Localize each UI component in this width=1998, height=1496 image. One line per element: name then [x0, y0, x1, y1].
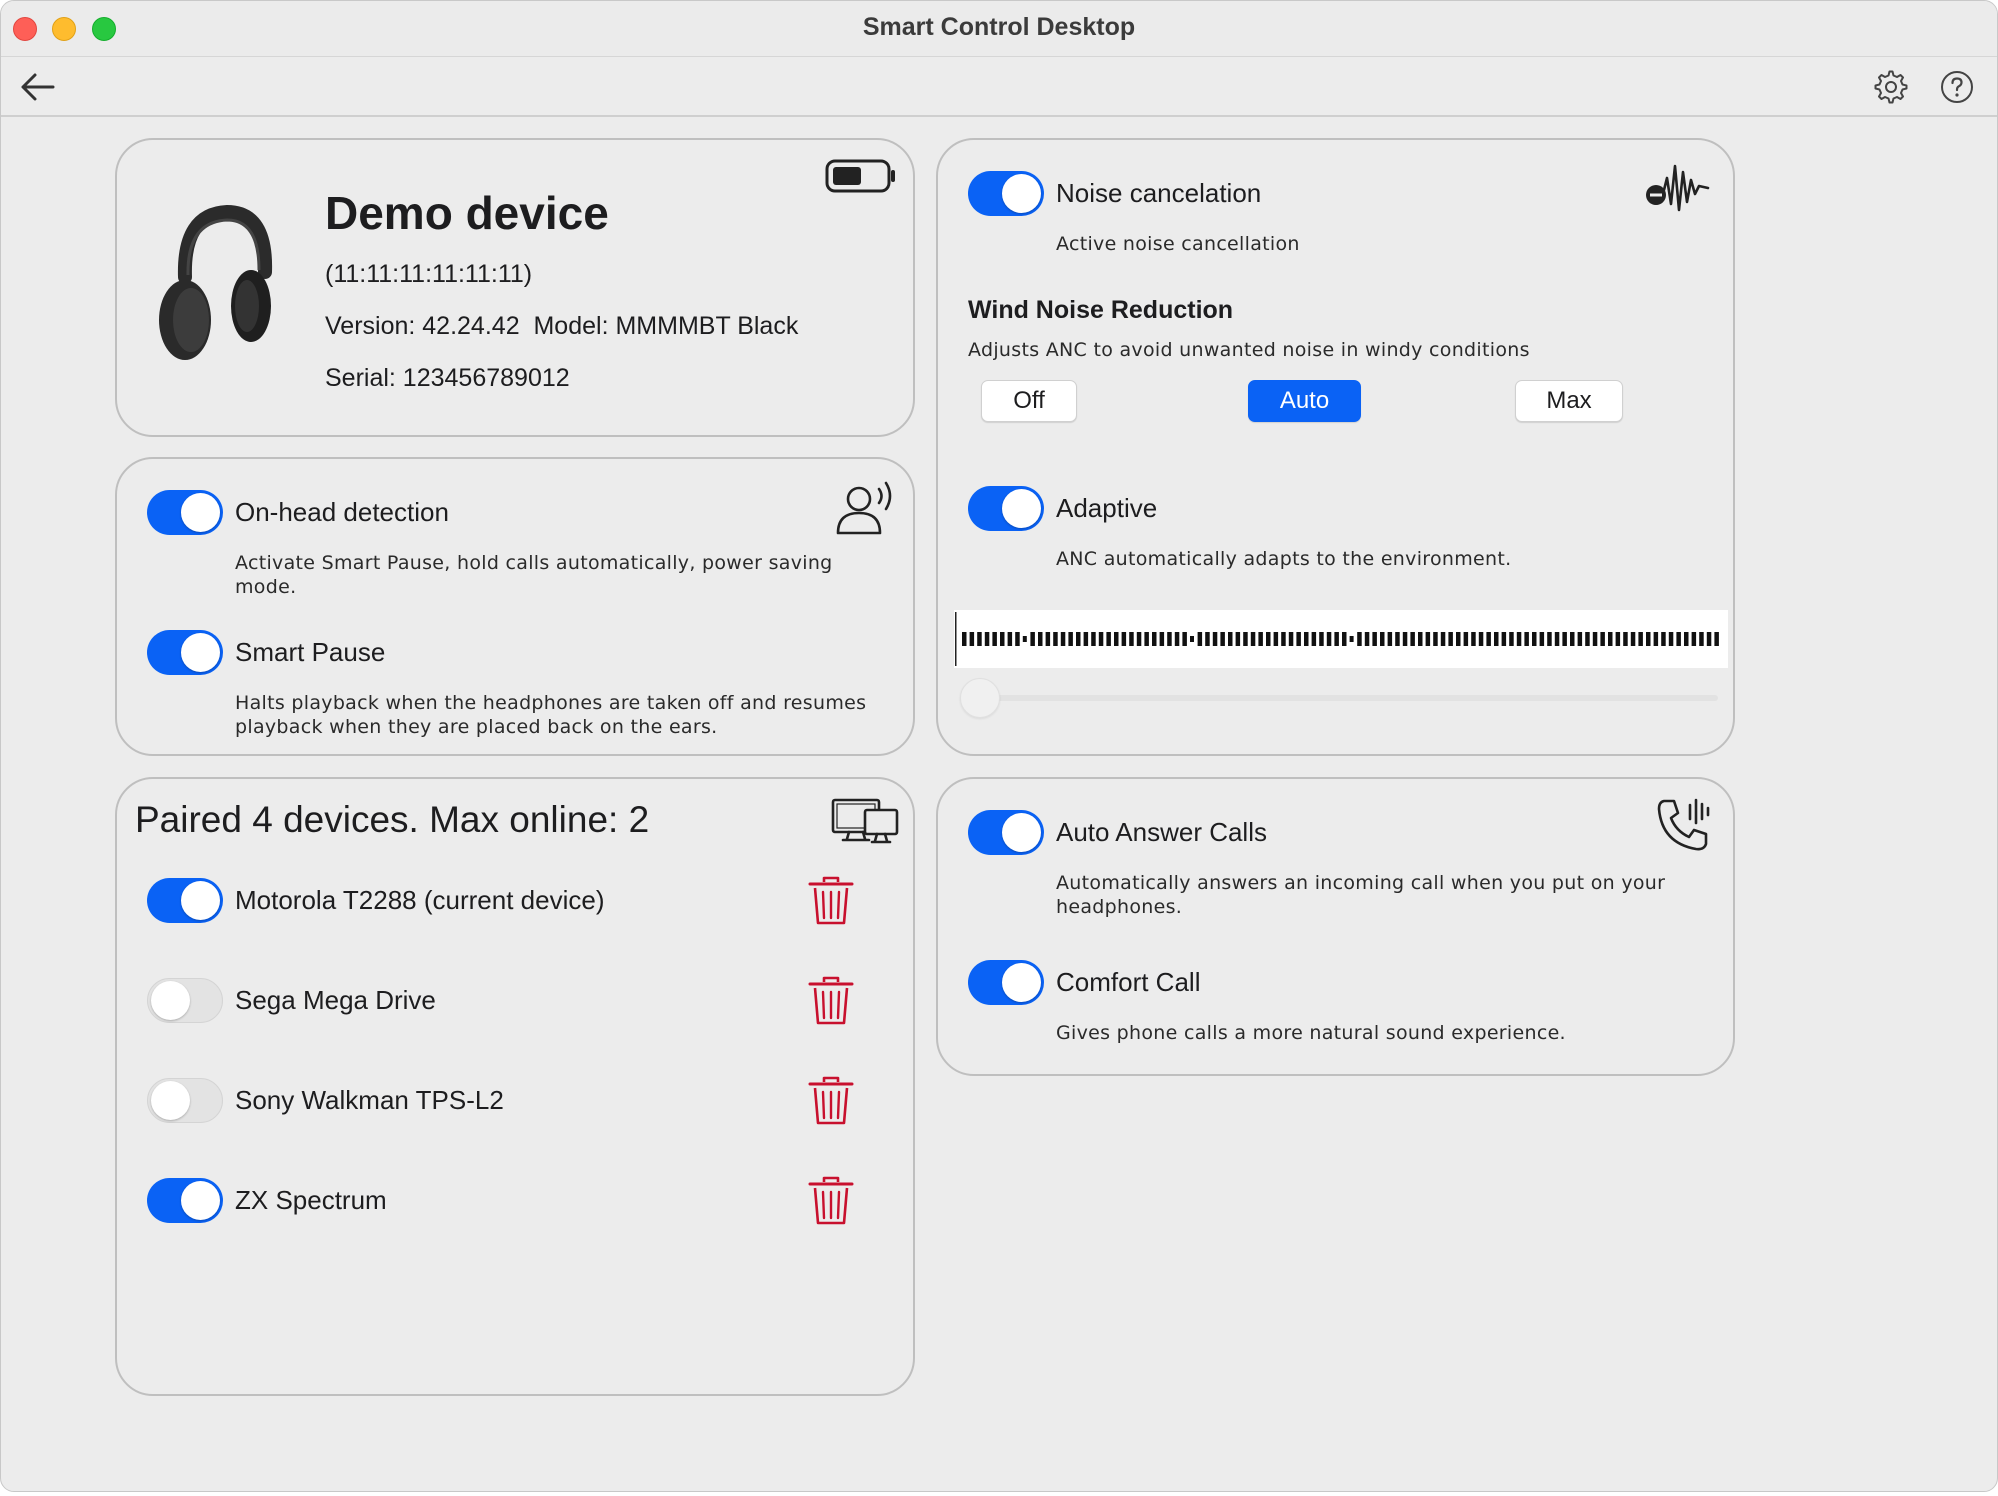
- calls-card: Auto Answer Calls Automatically answers …: [936, 777, 1735, 1076]
- settings-button[interactable]: [1869, 65, 1913, 109]
- paired-device-toggle[interactable]: [147, 1178, 223, 1223]
- comfort-call-desc: Gives phone calls a more natural sound e…: [1056, 1022, 1566, 1044]
- paired-devices-title: Paired 4 devices. Max online: 2: [135, 799, 650, 840]
- noise-wave-icon: [1644, 158, 1710, 223]
- on-head-detection-label: On-head detection: [235, 497, 449, 527]
- devices-icon: [831, 797, 899, 850]
- trash-icon[interactable]: [807, 976, 855, 1026]
- noise-cancelation-toggle[interactable]: [968, 171, 1044, 216]
- smart-pause-desc: Halts playback when the headphones are t…: [235, 692, 867, 738]
- person-voice-icon: [835, 477, 899, 542]
- noise-cancelation-desc: Active noise cancellation: [1056, 233, 1300, 255]
- battery-half-icon: [825, 158, 897, 199]
- paired-device-name: Sony Walkman TPS-L2: [235, 1085, 504, 1115]
- paired-device-toggle[interactable]: [147, 978, 223, 1023]
- comfort-call-label: Comfort Call: [1056, 967, 1201, 997]
- trash-icon[interactable]: [807, 876, 855, 926]
- wind-noise-desc: Adjusts ANC to avoid unwanted noise in w…: [968, 339, 1530, 361]
- adaptive-label: Adaptive: [1056, 493, 1158, 523]
- detection-card: On-head detection Activate Smart Pause, …: [115, 457, 915, 756]
- device-name: Demo device: [325, 187, 609, 239]
- window-title: Smart Control Desktop: [862, 13, 1136, 41]
- paired-devices-card: Paired 4 devices. Max online: 2 Motorola…: [115, 777, 915, 1396]
- title-bar: Smart Control Desktop: [1, 1, 1997, 57]
- auto-answer-label: Auto Answer Calls: [1056, 817, 1267, 847]
- app-window: Smart Control Desktop Demo device (11:11…: [0, 0, 1998, 1492]
- phone-vibrate-icon: [1656, 797, 1712, 858]
- adaptive-desc: ANC automatically adapts to the environm…: [1056, 548, 1512, 570]
- paired-device-name: Motorola T2288 (current device): [235, 885, 605, 915]
- noise-cancelation-label: Noise cancelation: [1056, 178, 1262, 208]
- device-address: (11:11:11:11:11:11): [325, 260, 533, 288]
- help-button[interactable]: [1935, 65, 1979, 109]
- paired-device-toggle[interactable]: [147, 878, 223, 923]
- paired-device-name: ZX Spectrum: [235, 1185, 387, 1215]
- comfort-call-toggle[interactable]: [968, 960, 1044, 1005]
- on-head-detection-desc: Activate Smart Pause, hold calls automat…: [235, 552, 833, 598]
- auto-answer-toggle[interactable]: [968, 810, 1044, 855]
- back-button[interactable]: [15, 65, 59, 109]
- auto-answer-desc: Automatically answers an incoming call w…: [1056, 872, 1666, 918]
- paired-device-toggle[interactable]: [147, 1078, 223, 1123]
- trash-icon[interactable]: [807, 1176, 855, 1226]
- smart-pause-label: Smart Pause: [235, 637, 386, 667]
- noise-cancelation-card: Noise cancelation Active noise cancellat…: [936, 138, 1735, 756]
- device-serial: Serial: 123456789012: [325, 364, 570, 392]
- wind-option-max[interactable]: Max: [1515, 380, 1623, 422]
- question-circle-icon: [1941, 71, 1973, 103]
- wind-noise-title: Wind Noise Reduction: [968, 296, 1234, 324]
- device-card: Demo device (11:11:11:11:11:11) Version:…: [115, 138, 915, 437]
- adaptive-toggle[interactable]: [968, 486, 1044, 531]
- wind-option-auto[interactable]: Auto: [1248, 380, 1361, 422]
- paired-device-name: Sega Mega Drive: [235, 985, 436, 1015]
- noise-level-meter: [954, 610, 1728, 668]
- gear-icon: [1874, 70, 1908, 104]
- device-version-model: Version: 42.24.42 Model: MMMMBT Black: [325, 312, 799, 340]
- wind-option-off[interactable]: Off: [981, 380, 1077, 422]
- smart-pause-toggle[interactable]: [147, 630, 223, 675]
- on-head-detection-toggle[interactable]: [147, 490, 223, 535]
- adaptive-slider-track[interactable]: [976, 695, 1718, 701]
- adaptive-slider-thumb[interactable]: [960, 678, 1000, 718]
- arrow-left-icon: [21, 73, 55, 101]
- headphones-image: [155, 202, 275, 362]
- trash-icon[interactable]: [807, 1076, 855, 1126]
- toolbar: [1, 57, 1997, 117]
